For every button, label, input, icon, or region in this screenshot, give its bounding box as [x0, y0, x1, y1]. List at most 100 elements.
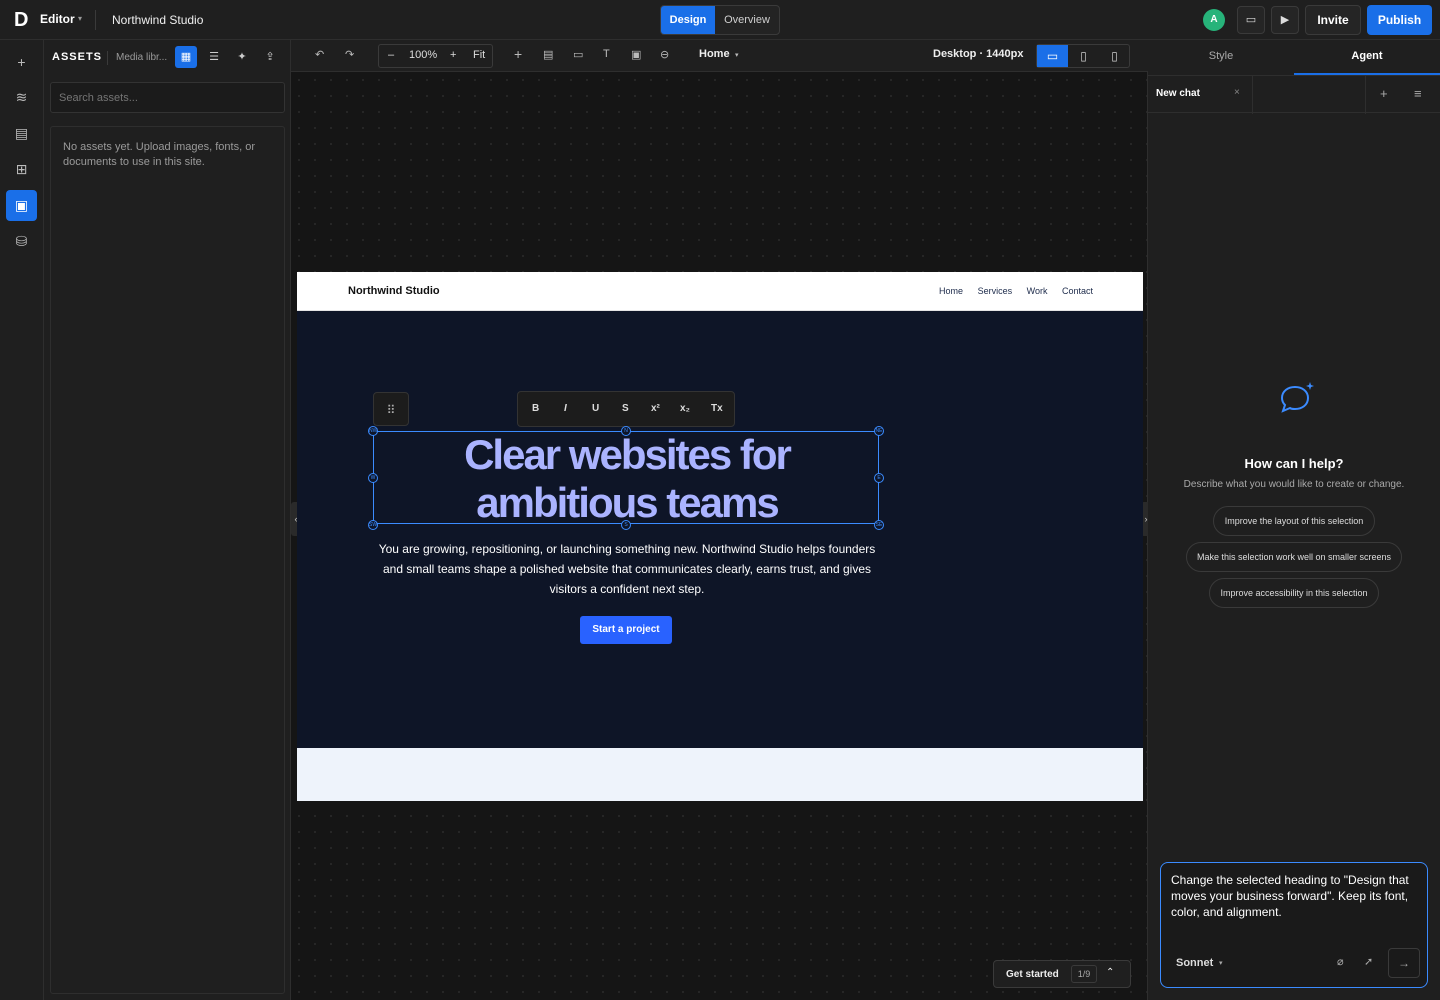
model-selector[interactable]: Sonnet — [1176, 957, 1213, 969]
bold-button[interactable]: B — [532, 403, 539, 414]
chat-tab-new[interactable]: New chat — [1156, 88, 1200, 99]
publish-button[interactable]: Publish — [1367, 5, 1432, 35]
tab-design[interactable]: Design — [661, 6, 715, 34]
new-chat-icon[interactable]: + — [1380, 86, 1388, 101]
italic-button[interactable]: I — [564, 403, 567, 414]
search-input[interactable] — [50, 82, 285, 113]
resize-handle-n[interactable]: N — [621, 426, 631, 436]
attach-icon[interactable]: ⌀ — [1337, 955, 1344, 968]
superscript-button[interactable]: x² — [651, 403, 660, 414]
divider — [1252, 76, 1253, 114]
avatar[interactable]: A — [1203, 9, 1225, 31]
chat-history-icon[interactable]: ≡ — [1414, 86, 1422, 101]
sparkle-icon[interactable]: ✦ — [231, 46, 253, 68]
strikethrough-button[interactable]: S — [622, 403, 629, 414]
tab-overview[interactable]: Overview — [715, 6, 779, 34]
insert-icon[interactable]: + — [514, 46, 522, 62]
zoom-control: – 100% + Fit — [378, 44, 493, 68]
site-brand[interactable]: Northwind Studio — [348, 285, 440, 297]
list-view-icon[interactable]: ☰ — [203, 46, 225, 68]
resize-handle-nw[interactable]: NW — [368, 426, 378, 436]
zoom-in-button[interactable]: + — [450, 49, 456, 61]
drag-handle-icon[interactable]: ⠿ — [373, 392, 409, 426]
text-icon[interactable]: T — [603, 48, 610, 60]
close-icon[interactable]: × — [1234, 87, 1240, 98]
design-canvas[interactable]: ↶ ↷ – 100% + Fit + ▤ ▭ T ▣ ⊖ Home ▾ Desk… — [291, 40, 1151, 1000]
nav-services[interactable]: Services — [978, 286, 1013, 296]
resize-handle-ne[interactable]: NE — [874, 426, 884, 436]
clear-format-button[interactable]: Tx — [711, 403, 723, 414]
section-icon[interactable]: ▤ — [543, 48, 553, 61]
frame-icon[interactable]: ▭ — [573, 48, 583, 61]
assets-panel: ASSETS Media libr... ▦ ☰ ✦ ⇪ No assets y… — [44, 40, 291, 1000]
panel-title: ASSETS — [52, 51, 103, 63]
tablet-icon[interactable]: ▯ — [1068, 45, 1099, 67]
send-button[interactable]: → — [1388, 948, 1420, 978]
link-icon[interactable]: ⊖ — [660, 48, 669, 61]
breakpoint-label: Desktop · 1440px — [933, 48, 1024, 60]
mobile-icon[interactable]: ▯ — [1099, 45, 1130, 67]
resize-handle-e[interactable]: E — [874, 473, 884, 483]
resize-handle-w[interactable]: W — [368, 473, 378, 483]
hero-body-text[interactable]: You are growing, repositioning, or launc… — [377, 539, 877, 599]
underline-button[interactable]: U — [592, 403, 599, 414]
grid-view-icon[interactable]: ▦ — [175, 46, 197, 68]
comments-button[interactable]: ▭ — [1237, 6, 1265, 34]
zoom-out-button[interactable]: – — [388, 49, 394, 61]
assets-icon[interactable]: ▣ — [6, 190, 37, 221]
chat-prompt[interactable]: Change the selected heading to "Design t… — [1171, 872, 1411, 920]
image-icon[interactable]: ▣ — [631, 48, 641, 61]
upload-icon[interactable]: ⇪ — [259, 46, 281, 68]
preview-button[interactable]: ▶ — [1271, 6, 1299, 34]
arrow-right-icon: → — [1398, 956, 1410, 970]
nav-contact[interactable]: Contact — [1062, 286, 1093, 296]
invite-button[interactable]: Invite — [1305, 5, 1361, 35]
app-logo-icon[interactable]: D — [14, 10, 34, 30]
resize-handle-s[interactable]: S — [621, 520, 631, 530]
suggestion-accessibility[interactable]: Improve accessibility in this selection — [1209, 578, 1379, 608]
right-panel: Style Agent New chat × + ≡ How can I hel… — [1148, 40, 1440, 1000]
redo-icon[interactable]: ↷ — [345, 48, 354, 61]
get-started-label[interactable]: Get started — [1006, 969, 1059, 980]
desktop-icon[interactable]: ▭ — [1037, 45, 1068, 67]
fit-button[interactable]: Fit — [473, 49, 485, 61]
nav-home[interactable]: Home — [939, 286, 963, 296]
divider — [95, 10, 96, 30]
suggestion-responsive[interactable]: Make this selection work well on smaller… — [1186, 542, 1402, 572]
suggestion-layout[interactable]: Improve the layout of this selection — [1213, 506, 1375, 536]
empty-message: No assets yet. Upload images, fonts, or … — [63, 141, 255, 168]
divider — [107, 51, 108, 65]
chat-bubble-icon — [1276, 380, 1314, 416]
hero-section[interactable]: ⠿ B I U S x² x₂ Tx Clear websites for am… — [297, 311, 1143, 748]
site-header[interactable]: Northwind Studio Home Services Work Cont… — [297, 272, 1143, 311]
media-library-link[interactable]: Media libr... — [116, 52, 170, 63]
divider — [1365, 76, 1366, 114]
resize-handle-sw[interactable]: SW — [368, 520, 378, 530]
project-name[interactable]: Northwind Studio — [112, 13, 203, 27]
progress-count: 1/9 — [1071, 965, 1097, 983]
help-title: How can I help? — [1244, 456, 1344, 471]
chevron-down-icon: ▾ — [735, 52, 739, 59]
subscript-button[interactable]: x₂ — [680, 403, 690, 414]
layers-icon[interactable]: ≋ — [6, 82, 37, 113]
pages-icon[interactable]: ▤ — [6, 118, 37, 149]
zoom-level[interactable]: 100% — [409, 49, 437, 61]
next-section[interactable] — [297, 748, 1143, 801]
tab-style[interactable]: Style — [1148, 40, 1294, 75]
components-icon[interactable]: ⊞ — [6, 154, 37, 185]
start-project-button[interactable]: Start a project — [580, 616, 672, 644]
resize-handle-se[interactable]: SE — [874, 520, 884, 530]
page-selector[interactable]: Home — [699, 48, 730, 60]
editor-menu[interactable]: Editor — [40, 12, 75, 26]
canvas-toolbar: ↶ ↷ – 100% + Fit + ▤ ▭ T ▣ ⊖ Home ▾ Desk… — [291, 40, 1148, 72]
nav-work[interactable]: Work — [1027, 286, 1048, 296]
cursor-select-icon[interactable]: ➚ — [1364, 955, 1373, 968]
chevron-up-icon[interactable]: ⌃ — [1106, 967, 1114, 978]
tab-agent[interactable]: Agent — [1294, 40, 1440, 75]
chat-input-box[interactable]: Change the selected heading to "Design t… — [1160, 862, 1428, 988]
site-preview: Northwind Studio Home Services Work Cont… — [297, 272, 1143, 801]
get-started-widget[interactable]: Get started 1/9 ⌃ — [993, 960, 1131, 988]
add-icon[interactable]: + — [6, 47, 37, 78]
database-icon[interactable]: ⛁ — [6, 226, 37, 257]
undo-icon[interactable]: ↶ — [315, 48, 324, 61]
